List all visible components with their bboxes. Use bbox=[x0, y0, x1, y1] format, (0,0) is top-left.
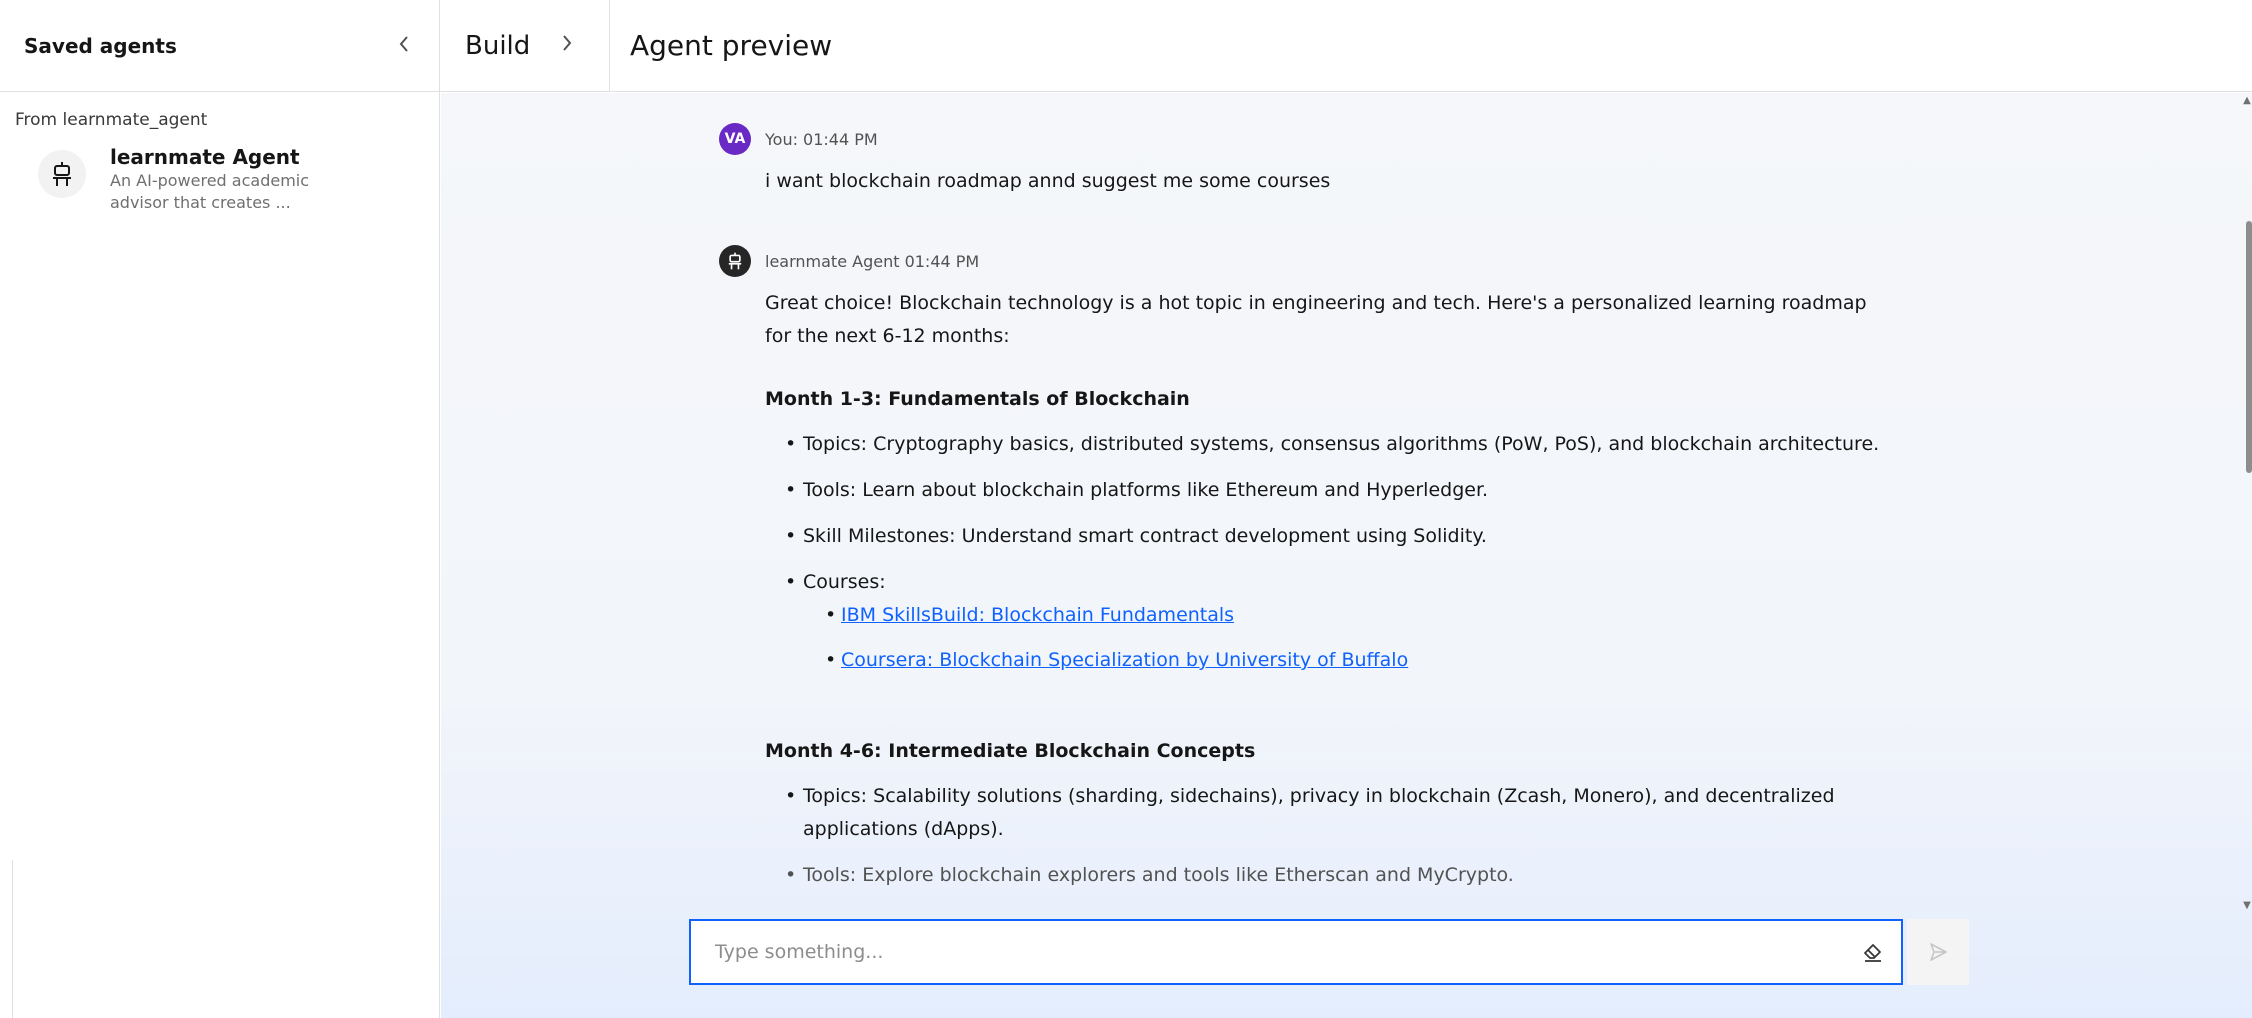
course-link-ibm[interactable]: IBM SkillsBuild: Blockchain Fundamentals bbox=[841, 604, 1234, 626]
scrollbar-thumb[interactable] bbox=[2246, 221, 2252, 473]
course-item: Coursera: Blockchain Specialization by U… bbox=[803, 644, 1919, 677]
chat-panel: ▲ ▼ VA You: 01:44 PM i want blockchain r… bbox=[441, 93, 2252, 1018]
section-title: Month 1-3: Fundamentals of Blockchain bbox=[765, 388, 1190, 410]
chevron-left-icon bbox=[399, 35, 408, 52]
eraser-icon bbox=[1864, 944, 1881, 962]
main-header: Build Agent preview bbox=[440, 0, 2252, 92]
robot-icon bbox=[53, 162, 71, 186]
agent-source-label: From learnmate_agent bbox=[15, 110, 208, 130]
chevron-right-icon bbox=[563, 34, 572, 51]
courses-label: Courses: bbox=[803, 571, 886, 593]
agent-avatar bbox=[38, 150, 86, 198]
list-item: Tools: Explore blockchain explorers and … bbox=[765, 859, 1875, 892]
scroll-up-arrow-icon[interactable]: ▲ bbox=[2242, 95, 2252, 106]
section-list: Topics: Cryptography basics, distributed… bbox=[765, 428, 1919, 677]
list-item-courses: Courses: IBM SkillsBuild: Blockchain Fun… bbox=[765, 566, 1919, 677]
build-section: Build bbox=[440, 0, 610, 92]
response-intro: Great choice! Blockchain technology is a… bbox=[765, 292, 1867, 347]
expand-build-button[interactable] bbox=[560, 33, 574, 59]
section-list: Topics: Scalability solutions (sharding,… bbox=[765, 780, 1919, 892]
user-avatar: VA bbox=[719, 123, 751, 155]
course-list: IBM SkillsBuild: Blockchain Fundamentals… bbox=[803, 599, 1919, 677]
agent-description: An AI-powered academic advisor that crea… bbox=[110, 171, 310, 212]
clear-input-button[interactable] bbox=[1845, 921, 1901, 983]
message-header: VA You: 01:44 PM bbox=[719, 123, 1330, 155]
sidebar-header: Saved agents bbox=[0, 0, 439, 92]
agent-avatar bbox=[719, 245, 751, 277]
sidebar-title: Saved agents bbox=[24, 33, 177, 58]
agent-name: learnmate Agent bbox=[110, 145, 300, 169]
user-message: VA You: 01:44 PM i want blockchain roadm… bbox=[719, 123, 1330, 198]
agent-response-body: Great choice! Blockchain technology is a… bbox=[765, 287, 1919, 892]
scroll-down-arrow-icon[interactable]: ▼ bbox=[2242, 900, 2252, 911]
list-item: Skill Milestones: Understand smart contr… bbox=[765, 520, 1919, 553]
page-title: Agent preview bbox=[630, 29, 833, 62]
message-header: learnmate Agent 01:44 PM bbox=[719, 245, 1919, 277]
course-link-coursera[interactable]: Coursera: Blockchain Specialization by U… bbox=[841, 649, 1408, 671]
chat-scrollbar[interactable]: ▲ ▼ bbox=[2242, 93, 2252, 1018]
message-text: i want blockchain roadmap annd suggest m… bbox=[765, 170, 1331, 192]
message-composer bbox=[689, 919, 1903, 985]
divider bbox=[12, 860, 13, 1018]
build-label: Build bbox=[465, 30, 531, 61]
send-button[interactable] bbox=[1907, 919, 1969, 985]
agent-message: learnmate Agent 01:44 PM Great choice! B… bbox=[719, 245, 1919, 905]
list-item: Topics: Scalability solutions (sharding,… bbox=[765, 780, 1875, 846]
agent-text: learnmate Agent An AI-powered academic a… bbox=[110, 144, 350, 214]
saved-agents-sidebar: Saved agents From learnmate_agent learnm… bbox=[0, 0, 440, 1018]
message-meta: You: 01:44 PM bbox=[765, 129, 878, 149]
message-meta: learnmate Agent 01:44 PM bbox=[765, 251, 980, 271]
send-icon bbox=[1930, 943, 1947, 961]
robot-icon bbox=[728, 252, 742, 270]
list-item: Tools: Learn about blockchain platforms … bbox=[765, 474, 1919, 507]
section-title: Month 4-6: Intermediate Blockchain Conce… bbox=[765, 740, 1256, 762]
saved-agent-learnmate[interactable]: learnmate Agent An AI-powered academic a… bbox=[0, 130, 439, 214]
list-item: Topics: Cryptography basics, distributed… bbox=[765, 428, 1919, 461]
course-item: IBM SkillsBuild: Blockchain Fundamentals bbox=[803, 599, 1919, 632]
message-input[interactable] bbox=[691, 921, 1845, 983]
collapse-sidebar-button[interactable] bbox=[397, 33, 411, 59]
